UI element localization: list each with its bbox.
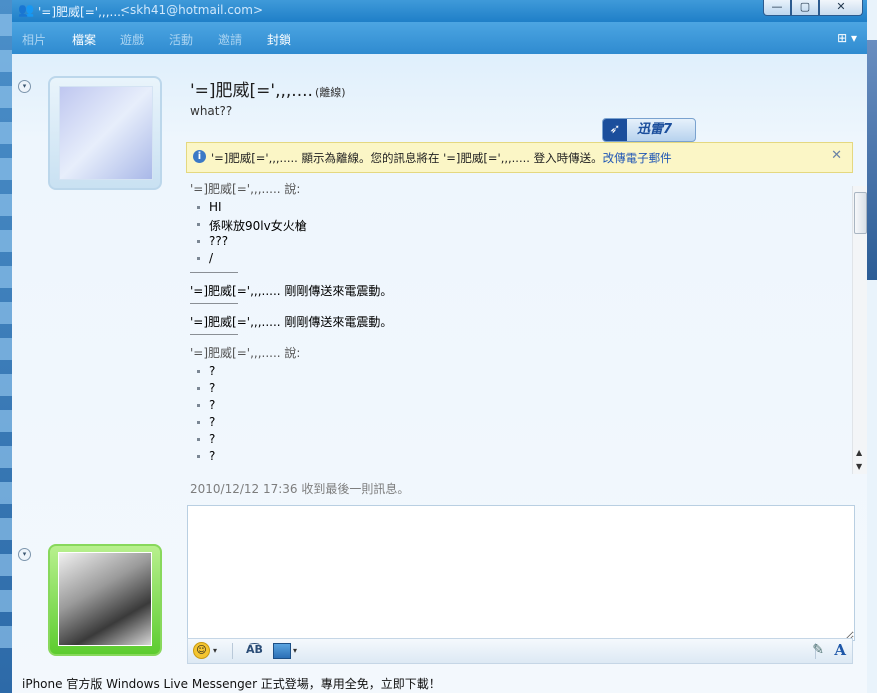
menu-photos[interactable]: 相片: [22, 31, 46, 48]
message-item: HI: [190, 200, 850, 217]
spell-check-button[interactable]: A͡B: [246, 643, 263, 656]
bird-icon: ➶: [603, 119, 627, 141]
info-text: '=]肥威[=',,,..... 顯示為離線。您的訊息將在 '=]肥威[=',,…: [211, 151, 603, 165]
message-list: ? ? ? ? ? ?: [190, 364, 850, 466]
info-text-wrap: '=]肥威[=',,,..... 顯示為離線。您的訊息將在 '=]肥威[=',,…: [211, 150, 672, 166]
separator: [190, 272, 238, 273]
nudge-notice: '=]肥威[=',,,..... 剛剛傳送來電震動。: [190, 315, 393, 329]
message-item: ?: [190, 449, 850, 466]
options-menu-icon[interactable]: ⊞ ▾: [837, 31, 857, 45]
menu-games[interactable]: 遊戲: [120, 31, 144, 48]
contact-status: (離線): [315, 86, 346, 99]
minimize-button[interactable]: —: [763, 0, 791, 16]
contact-avatar[interactable]: [48, 76, 162, 190]
menu-files[interactable]: 檔案: [72, 31, 96, 48]
offline-info-bar: i '=]肥威[=',,,..... 顯示為離線。您的訊息將在 '=]肥威[='…: [186, 142, 853, 173]
messenger-window: 👥 '=]肥威[=',,,.... <skh41@hotmail.com> — …: [12, 0, 867, 693]
message-item: 係咪放90lv女火槍: [190, 217, 850, 234]
menu-bar: 相片 檔案 遊戲 活動 邀請 封鎖 ⊞ ▾: [12, 22, 867, 54]
scroll-down-icon[interactable]: ▼: [856, 462, 862, 471]
message-item: ?: [190, 398, 850, 415]
collapse-my-pic-icon[interactable]: ▾: [18, 548, 31, 561]
sender-line: '=]肥威[=',,,..... 說:: [190, 346, 301, 360]
history-scrollbar[interactable]: ▲ ▼: [852, 186, 867, 474]
contact-avatar-image: [59, 86, 153, 180]
window-email: <skh41@hotmail.com>: [120, 3, 263, 17]
font-button[interactable]: A: [834, 641, 846, 659]
message-item: ?: [190, 432, 850, 449]
info-close-icon[interactable]: ✕: [831, 148, 842, 163]
nudge-notice: '=]肥威[=',,,..... 剛剛傳送來電震動。: [190, 284, 393, 298]
messenger-buddy-icon: 👥: [18, 3, 35, 18]
xunlei-label: 迅雷7: [637, 122, 673, 137]
compose-toolbar: ☺ ▾ A͡B ▾ ✎ A: [187, 638, 853, 664]
xunlei-badge[interactable]: ➶ 迅雷7: [602, 118, 696, 142]
last-message-time: 2010/12/12 17:36 收到最後一則訊息。: [190, 482, 410, 496]
maximize-button[interactable]: ▢: [791, 0, 819, 16]
window-title: '=]肥威[=',,,....: [38, 5, 125, 19]
title-bar[interactable]: 👥 '=]肥威[=',,,.... <skh41@hotmail.com> — …: [12, 0, 867, 22]
contact-personal-message: what??: [190, 104, 233, 118]
window-controls: — ▢ ✕: [763, 0, 863, 16]
scroll-up-icon[interactable]: ▲: [856, 448, 862, 457]
my-avatar[interactable]: [48, 544, 162, 656]
scroll-thumb[interactable]: [854, 192, 867, 234]
desktop-right-strip: [867, 40, 877, 280]
separator: [190, 334, 238, 335]
collapse-contact-pic-icon[interactable]: ▾: [18, 80, 31, 93]
menu-invite[interactable]: 邀請: [218, 31, 242, 48]
desktop-strip: [0, 0, 12, 693]
message-item: ?: [190, 364, 850, 381]
info-icon: i: [193, 150, 206, 163]
message-item: /: [190, 251, 850, 268]
message-item: ???: [190, 234, 850, 251]
menu-block[interactable]: 封鎖: [267, 31, 291, 48]
message-list: HI 係咪放90lv女火槍 ??? /: [190, 200, 850, 268]
message-item: ?: [190, 381, 850, 398]
message-item: ?: [190, 415, 850, 432]
emoticon-icon[interactable]: ☺: [193, 642, 210, 659]
contact-name: '=]肥威[=',,,....: [190, 81, 313, 101]
message-input[interactable]: [187, 505, 855, 641]
wink-dropdown-icon[interactable]: ▾: [293, 646, 297, 655]
wink-icon[interactable]: [273, 643, 291, 659]
separator: [190, 303, 238, 304]
conversation-history[interactable]: '=]肥威[=',,,..... 說: HI 係咪放90lv女火槍 ??? / …: [190, 178, 850, 476]
my-avatar-image: [58, 552, 152, 646]
emoticon-dropdown-icon[interactable]: ▾: [213, 646, 217, 655]
close-button[interactable]: ✕: [819, 0, 863, 16]
ad-banner[interactable]: iPhone 官方版 Windows Live Messenger 正式登場，專…: [22, 675, 441, 692]
menu-activities[interactable]: 活動: [169, 31, 193, 48]
toolbar-divider: [232, 643, 233, 659]
handwriting-pen-icon[interactable]: ✎: [812, 642, 824, 658]
sender-line: '=]肥威[=',,,..... 說:: [190, 182, 301, 196]
send-email-link[interactable]: 改傳電子郵件: [603, 151, 672, 165]
